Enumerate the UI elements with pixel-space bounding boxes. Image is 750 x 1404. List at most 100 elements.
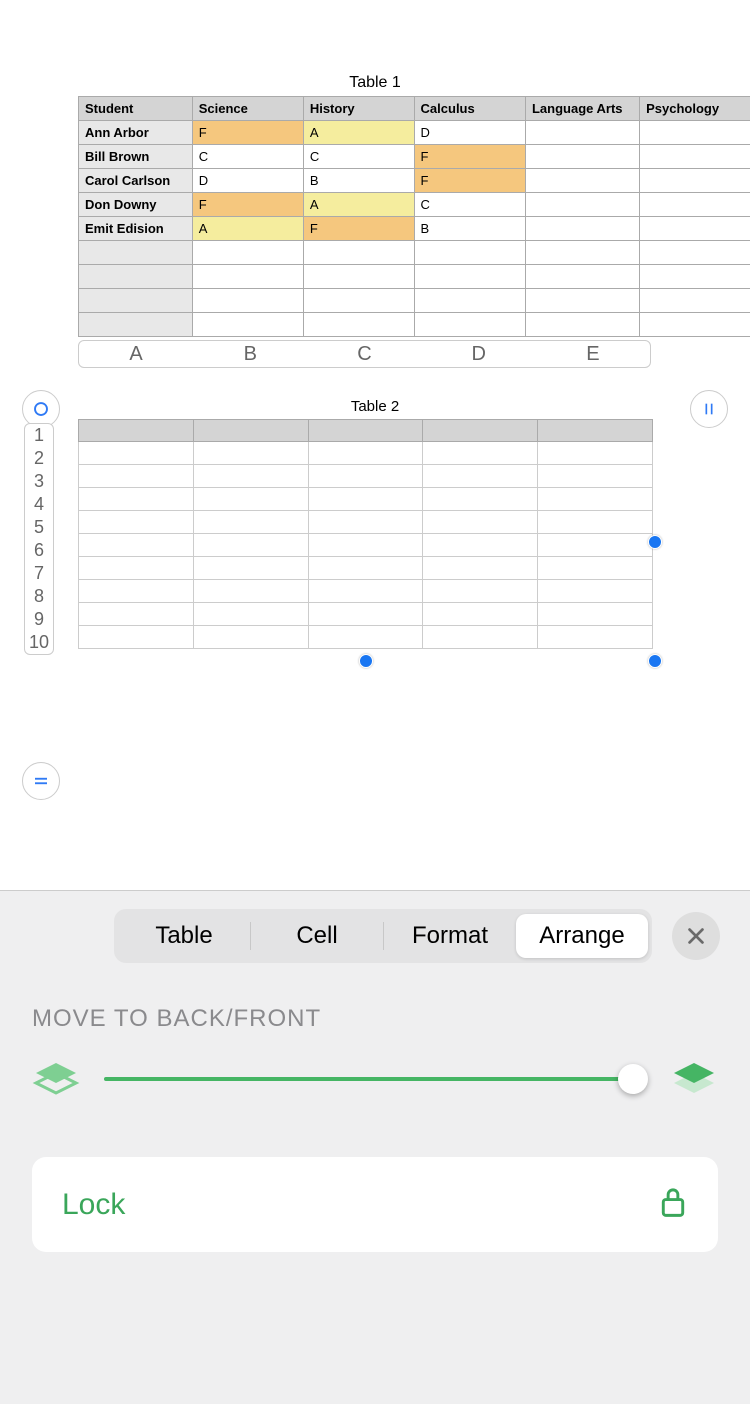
cell[interactable]	[525, 193, 639, 217]
cell[interactable]	[640, 241, 750, 265]
spreadsheet-canvas[interactable]: Table 1 Student Science History Calculus…	[0, 70, 750, 890]
cell[interactable]	[308, 626, 423, 649]
cell[interactable]	[538, 534, 653, 557]
layer-order-slider[interactable]	[104, 1077, 646, 1081]
cell[interactable]	[192, 289, 303, 313]
cell[interactable]	[423, 626, 538, 649]
row-student[interactable]: Don Downy	[79, 193, 193, 217]
cell[interactable]	[308, 580, 423, 603]
cell[interactable]	[79, 241, 193, 265]
cell[interactable]	[79, 534, 194, 557]
cell[interactable]	[525, 313, 639, 337]
lock-button[interactable]: Lock	[32, 1157, 718, 1252]
cell[interactable]	[525, 121, 639, 145]
cell[interactable]	[193, 626, 308, 649]
cell[interactable]: F	[192, 121, 303, 145]
cell[interactable]	[414, 313, 525, 337]
table2[interactable]	[78, 419, 653, 649]
cell[interactable]	[423, 465, 538, 488]
cell[interactable]	[525, 145, 639, 169]
tab-format[interactable]: Format	[384, 914, 516, 958]
cell[interactable]: C	[414, 193, 525, 217]
cell[interactable]: A	[303, 121, 414, 145]
cell[interactable]	[303, 289, 414, 313]
table-row[interactable]: Bill Brown C C F	[79, 145, 750, 169]
cell[interactable]	[423, 420, 538, 442]
cell[interactable]	[423, 603, 538, 626]
cell[interactable]	[538, 420, 653, 442]
cell[interactable]	[79, 626, 194, 649]
table-row[interactable]: Ann Arbor F A D	[79, 121, 750, 145]
cell[interactable]	[193, 603, 308, 626]
table-row[interactable]	[79, 265, 750, 289]
cell[interactable]	[640, 145, 750, 169]
cell[interactable]	[640, 193, 750, 217]
cell[interactable]	[303, 241, 414, 265]
cell[interactable]	[79, 420, 194, 442]
cell[interactable]: D	[414, 121, 525, 145]
cell[interactable]	[538, 603, 653, 626]
tab-arrange[interactable]: Arrange	[516, 914, 648, 958]
tab-table[interactable]: Table	[118, 914, 250, 958]
cell[interactable]: F	[303, 217, 414, 241]
cell[interactable]	[640, 265, 750, 289]
cell[interactable]	[640, 121, 750, 145]
row-header[interactable]: 3	[25, 470, 53, 493]
cell[interactable]	[79, 511, 194, 534]
cell[interactable]	[192, 265, 303, 289]
cell[interactable]	[525, 169, 639, 193]
cell[interactable]	[79, 488, 194, 511]
cell[interactable]	[423, 534, 538, 557]
cell[interactable]: C	[303, 145, 414, 169]
row-student[interactable]: Bill Brown	[79, 145, 193, 169]
table-row[interactable]: Don Downy F A C	[79, 193, 750, 217]
cell[interactable]: F	[414, 169, 525, 193]
slider-thumb[interactable]	[618, 1064, 648, 1094]
col-header-b[interactable]: B	[193, 341, 307, 367]
cell[interactable]	[423, 580, 538, 603]
cell[interactable]	[538, 557, 653, 580]
row-header[interactable]: 10	[25, 631, 53, 654]
cell[interactable]	[525, 265, 639, 289]
add-row-button[interactable]	[22, 762, 60, 800]
col-psychology[interactable]: Psychology	[640, 97, 750, 121]
cell[interactable]	[193, 420, 308, 442]
row-header[interactable]: 4	[25, 493, 53, 516]
cell[interactable]	[79, 265, 193, 289]
cell[interactable]: F	[414, 145, 525, 169]
cell[interactable]	[193, 511, 308, 534]
selection-handle[interactable]	[648, 535, 662, 549]
cell[interactable]	[79, 442, 194, 465]
cell[interactable]	[303, 313, 414, 337]
cell[interactable]	[193, 442, 308, 465]
row-header[interactable]: 1	[25, 424, 53, 447]
cell[interactable]	[193, 488, 308, 511]
cell[interactable]: F	[192, 193, 303, 217]
cell[interactable]	[538, 442, 653, 465]
row-header[interactable]: 5	[25, 516, 53, 539]
cell[interactable]	[308, 534, 423, 557]
col-header-d[interactable]: D	[422, 341, 536, 367]
row-student[interactable]: Carol Carlson	[79, 169, 193, 193]
cell[interactable]	[308, 442, 423, 465]
cell[interactable]	[423, 488, 538, 511]
table-row[interactable]	[79, 313, 750, 337]
cell[interactable]	[538, 488, 653, 511]
row-student[interactable]: Emit Edision	[79, 217, 193, 241]
col-header-e[interactable]: E	[536, 341, 650, 367]
row-header[interactable]: 9	[25, 608, 53, 631]
cell[interactable]	[193, 580, 308, 603]
selection-handle[interactable]	[359, 654, 373, 668]
cell[interactable]: C	[192, 145, 303, 169]
cell[interactable]	[192, 241, 303, 265]
cell[interactable]	[308, 511, 423, 534]
col-language-arts[interactable]: Language Arts	[525, 97, 639, 121]
cell[interactable]	[303, 265, 414, 289]
cell[interactable]	[414, 289, 525, 313]
cell[interactable]	[423, 442, 538, 465]
close-inspector-button[interactable]	[672, 912, 720, 960]
cell[interactable]	[525, 241, 639, 265]
row-header[interactable]: 2	[25, 447, 53, 470]
cell[interactable]	[538, 465, 653, 488]
cell[interactable]: B	[414, 217, 525, 241]
